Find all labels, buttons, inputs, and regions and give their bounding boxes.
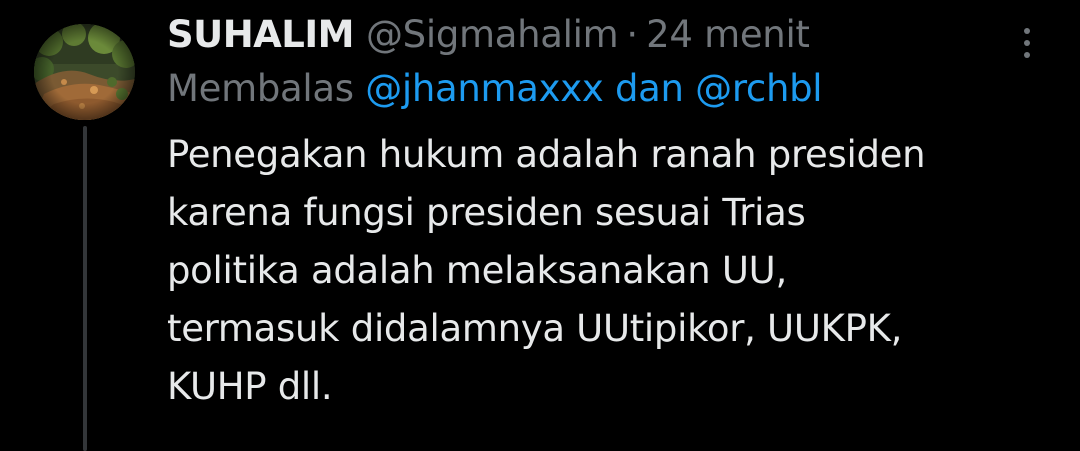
display-name[interactable]: SUHALIM xyxy=(167,8,354,62)
tweet-content: SUHALIM @Sigmahalim · 24 menit Membalas … xyxy=(167,8,1027,416)
avatar-photo xyxy=(34,24,135,120)
user-handle[interactable]: @Sigmahalim xyxy=(366,8,619,62)
tweet-text-line: termasuk didalamnya UUtipikor, UUKPK, xyxy=(167,307,903,350)
tweet-text-line: politika adalah melaksanakan UU, xyxy=(167,249,787,292)
reply-connector: dan xyxy=(614,67,684,110)
more-vertical-icon xyxy=(1024,52,1030,58)
separator-dot: · xyxy=(626,13,639,56)
timestamp[interactable]: 24 menit xyxy=(646,8,810,62)
more-vertical-icon xyxy=(1024,40,1030,46)
avatar[interactable] xyxy=(34,24,135,120)
tweet-header: SUHALIM @Sigmahalim · 24 menit xyxy=(167,8,1027,62)
reply-context: Membalas @jhanmaxxx dan @rchbl xyxy=(167,62,1027,116)
tweet-text-line: KUHP dll. xyxy=(167,365,333,408)
tweet-text: Penegakan hukum adalah ranah presiden ka… xyxy=(167,126,1027,416)
tweet-text-line: karena fungsi presiden sesuai Trias xyxy=(167,191,806,234)
mention-link-rchbl[interactable]: @rchbl xyxy=(695,67,822,110)
more-options-button[interactable] xyxy=(1012,18,1042,68)
mention-link-jhanmaxxx[interactable]: @jhanmaxxx xyxy=(365,67,604,110)
more-vertical-icon xyxy=(1024,28,1030,34)
thread-connector-line xyxy=(83,126,87,451)
reply-prefix: Membalas xyxy=(167,67,354,110)
tweet-text-line: Penegakan hukum adalah ranah presiden xyxy=(167,133,926,176)
